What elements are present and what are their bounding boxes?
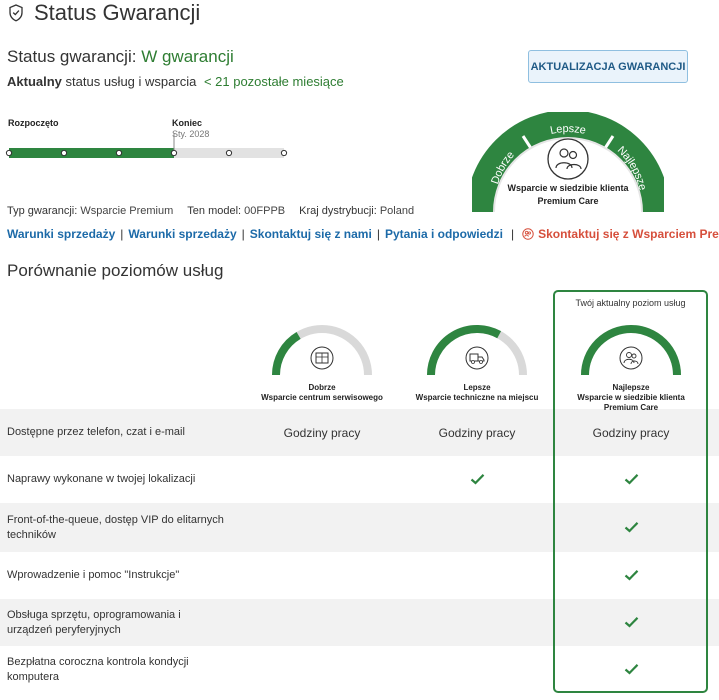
current-plan-name-2: Premium Care bbox=[537, 196, 598, 206]
premium-support-icon bbox=[522, 228, 534, 240]
link-premium-contact[interactable]: Skontaktuj się z Wsparciem Premium bbox=[522, 227, 719, 241]
tier-dobrze: Dobrze Wsparcie centrum serwisowego bbox=[247, 322, 397, 403]
warranty-status-value: W gwarancji bbox=[141, 47, 234, 66]
feature-label: Obsługa sprzętu, oprogramowania i urządze… bbox=[7, 608, 181, 636]
tier-gauge-fill bbox=[272, 331, 301, 376]
tier-level-label: Najlepsze bbox=[612, 383, 650, 392]
check-icon bbox=[402, 473, 552, 488]
link-contact-us[interactable]: Skontaktuj się z nami bbox=[250, 227, 372, 241]
model-label: Ten model: bbox=[187, 205, 242, 217]
link-terms-of-sale-2[interactable]: Warunki sprzedaży bbox=[128, 227, 236, 241]
warranty-timeline: Rozpoczęto Koniec Sty. 2028 bbox=[0, 115, 300, 165]
timeline-dot bbox=[115, 149, 123, 157]
tier-name-label: Wsparcie centrum serwisowego bbox=[261, 393, 383, 402]
tier-name-label: Premium Care bbox=[603, 403, 659, 412]
timeline-dot bbox=[170, 149, 178, 157]
current-status-text: status usług i wsparcia bbox=[65, 74, 197, 89]
hours-value: Godziny pracy bbox=[283, 425, 361, 440]
timeline-dot bbox=[60, 149, 68, 157]
tier-level-label: Dobrze bbox=[308, 383, 336, 392]
timeline-bar bbox=[5, 133, 288, 158]
shield-icon bbox=[9, 4, 23, 22]
timeline-dot bbox=[225, 149, 233, 157]
link-terms-of-sale-1[interactable]: Warunki sprzedaży bbox=[7, 227, 115, 241]
warranty-meta: Typ gwarancji: Wsparcie Premium Ten mode… bbox=[7, 205, 414, 217]
warranty-status-label: Status gwarancji: bbox=[7, 47, 137, 66]
current-status-label: Aktualny bbox=[7, 74, 62, 89]
current-plan-name-1: Wsparcie w siedzibie klienta bbox=[507, 183, 629, 193]
tier-gauge bbox=[427, 325, 527, 376]
box-icon bbox=[310, 346, 334, 370]
tier-name-label: Wsparcie techniczne na miejscu bbox=[415, 393, 539, 402]
page-title: Status Gwarancji bbox=[8, 0, 200, 26]
hours-value: Godziny pracy bbox=[438, 425, 516, 440]
links-row: Warunki sprzedaży | Warunki sprzedaży | Sk… bbox=[7, 227, 719, 241]
premium-contact-label: Skontaktuj się z Wsparciem Premium bbox=[538, 227, 719, 241]
people-icon bbox=[619, 346, 643, 370]
country-label: Kraj dystrybucji: bbox=[299, 205, 377, 217]
current-plan-gauge: Dobrze Lepsze Najlepsze Wsparcie w siedz… bbox=[472, 112, 664, 212]
tier-level-label: Lepsze bbox=[463, 383, 491, 392]
current-level-label: Twój aktualny poziom usług bbox=[575, 298, 686, 308]
current-status: Aktualny status usług i wsparcia < 21 po… bbox=[7, 74, 344, 89]
comparison-title: Porównanie poziomów usług bbox=[7, 261, 224, 280]
gauge-tier-better: Lepsze bbox=[549, 123, 587, 137]
tier-name-label: Wsparcie w siedzibie klienta bbox=[577, 393, 685, 402]
update-warranty-button[interactable]: AKTUALIZACJA GWARANCJI bbox=[528, 50, 688, 83]
feature-label: Bezpłatna coroczna kontrola kondycji komp… bbox=[7, 655, 189, 683]
country-value: Poland bbox=[379, 205, 415, 217]
tier-gauge-fill bbox=[427, 325, 502, 376]
timeline-dot bbox=[280, 149, 288, 157]
truck-icon bbox=[465, 346, 489, 370]
tier-najlepsze: Najlepsze Wsparcie w siedzibie klienta Pre… bbox=[556, 322, 706, 413]
remaining-months: < 21 pozostałe miesiące bbox=[203, 74, 344, 89]
warranty-status: Status gwarancji: W gwarancji bbox=[7, 47, 234, 67]
feature-label: Wprowadzenie i pomoc "Instrukcje" bbox=[7, 568, 180, 581]
tier-lepsze: Lepsze Wsparcie techniczne na miejscu bbox=[402, 322, 552, 403]
timeline-dot bbox=[5, 149, 13, 157]
feature-label: Dostępne przez telefon, czat i e-mail bbox=[7, 425, 185, 438]
link-faq[interactable]: Pytania i odpowiedzi bbox=[385, 227, 503, 241]
tier-gauge bbox=[272, 325, 372, 376]
tier-gauge bbox=[581, 325, 681, 376]
model-value: 00FPPB bbox=[244, 205, 286, 217]
feature-label: Front-of-the-queue, dostęp VIP do elitar… bbox=[7, 513, 224, 541]
feature-label: Naprawy wykonane w twojej lokalizacji bbox=[7, 472, 196, 485]
people-icon bbox=[547, 138, 589, 180]
warranty-type-label: Typ gwarancji: bbox=[7, 205, 78, 217]
page-title-text: Status Gwarancji bbox=[34, 0, 201, 25]
timeline-elapsed bbox=[9, 148, 174, 158]
warranty-type-value: Wsparcie Premium bbox=[80, 205, 174, 217]
